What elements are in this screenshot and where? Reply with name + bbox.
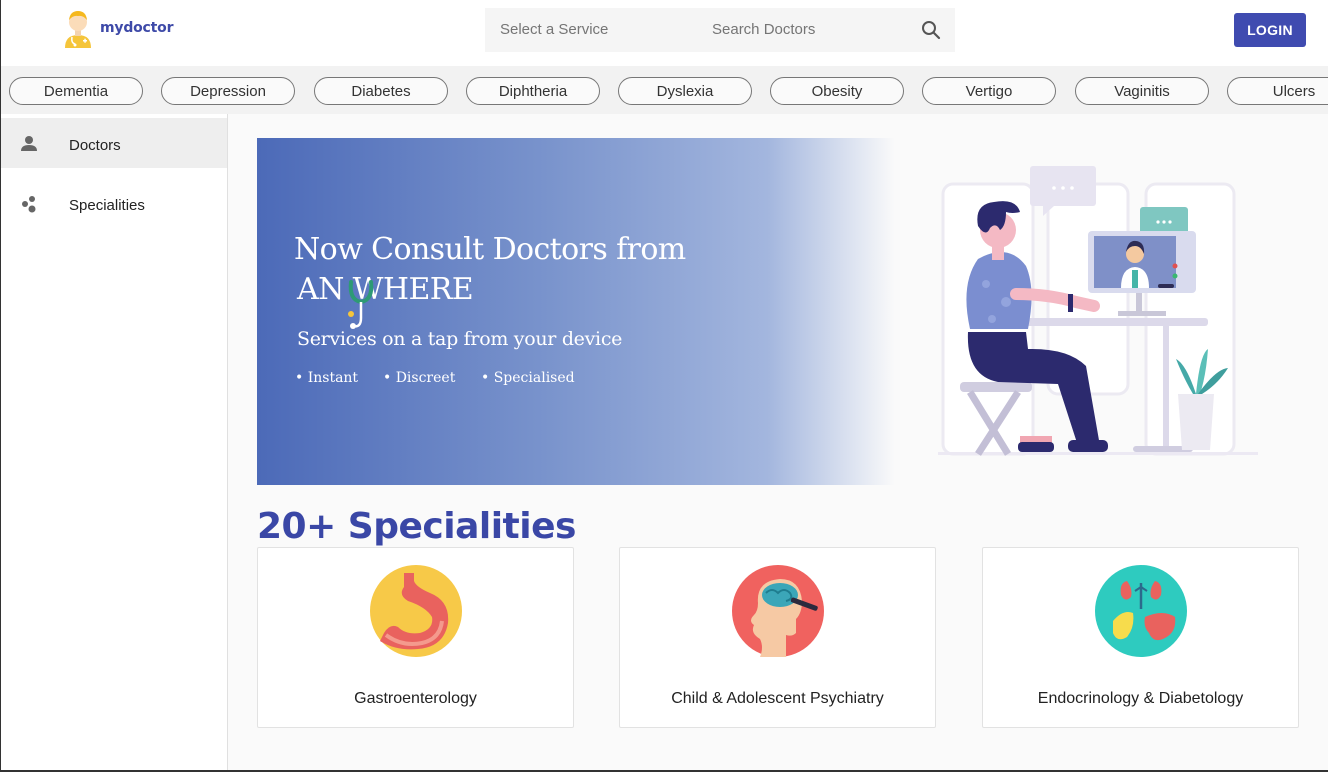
login-button[interactable]: LOGIN <box>1234 13 1306 47</box>
stethoscope-icon <box>348 280 374 329</box>
banner-bullet-discreet: • Discreet <box>383 370 456 386</box>
service-select-input[interactable] <box>500 21 680 38</box>
chip-vaginitis[interactable]: Vaginitis <box>1075 77 1209 105</box>
banner-title-anywhere: AN WHERE <box>297 272 474 307</box>
condition-chips-row: Dementia Depression Diabetes Diphtheria … <box>1 66 1328 114</box>
speciality-card-label: Endocrinology & Diabetology <box>1037 690 1244 707</box>
speciality-card-label: Gastroenterology <box>354 690 477 707</box>
doctor-avatar-icon <box>65 11 91 48</box>
app-window: mydoctor LOGIN Dementia Depression Diabe… <box>0 0 1328 772</box>
banner-bullet-specialised: • Specialised <box>481 370 575 386</box>
sidebar-item-specialities[interactable]: Specialities <box>1 178 227 228</box>
chip-vertigo[interactable]: Vertigo <box>922 77 1056 105</box>
chip-ulcers[interactable]: Ulcers <box>1227 77 1328 105</box>
chip-dementia[interactable]: Dementia <box>9 77 143 105</box>
banner-title: Now Consult Doctors from <box>294 232 686 267</box>
chip-dyslexia[interactable]: Dyslexia <box>618 77 752 105</box>
stomach-icon <box>370 565 462 657</box>
speciality-card-child-psychiatry[interactable]: Child & Adolescent Psychiatry <box>619 547 936 728</box>
search-doctors-input[interactable] <box>712 21 892 38</box>
search-bar <box>485 8 955 52</box>
specialities-heading: 20+ Specialities <box>257 506 576 547</box>
speciality-card-label: Child & Adolescent Psychiatry <box>671 690 884 707</box>
search-icon[interactable] <box>921 20 941 40</box>
banner-subtitle: Services on a tap from your device <box>297 328 623 350</box>
bubbles-icon <box>22 196 36 213</box>
sidebar: Doctors Specialities <box>1 114 228 770</box>
telemedicine-illustration <box>938 166 1258 456</box>
brand-name: mydoctor <box>100 20 174 36</box>
organs-icon <box>1095 565 1187 657</box>
person-icon <box>21 136 37 151</box>
main-content: Now Consult Doctors from AN WHERE Servic… <box>228 114 1328 770</box>
chip-diphtheria[interactable]: Diphtheria <box>466 77 600 105</box>
hero-banner: Now Consult Doctors from AN WHERE Servic… <box>257 138 895 485</box>
brain-icon <box>732 565 824 657</box>
speciality-card-endocrinology[interactable]: Endocrinology & Diabetology <box>982 547 1299 728</box>
sidebar-item-label: Specialities <box>69 197 145 214</box>
sidebar-item-doctors[interactable]: Doctors <box>1 118 227 168</box>
speciality-card-gastroenterology[interactable]: Gastroenterology <box>257 547 574 728</box>
brand-logo[interactable]: mydoctor <box>59 8 179 50</box>
chip-depression[interactable]: Depression <box>161 77 295 105</box>
chip-obesity[interactable]: Obesity <box>770 77 904 105</box>
chip-diabetes[interactable]: Diabetes <box>314 77 448 105</box>
top-header: mydoctor LOGIN <box>1 0 1328 66</box>
sidebar-item-label: Doctors <box>69 137 121 154</box>
banner-bullet-instant: • Instant <box>295 370 359 386</box>
